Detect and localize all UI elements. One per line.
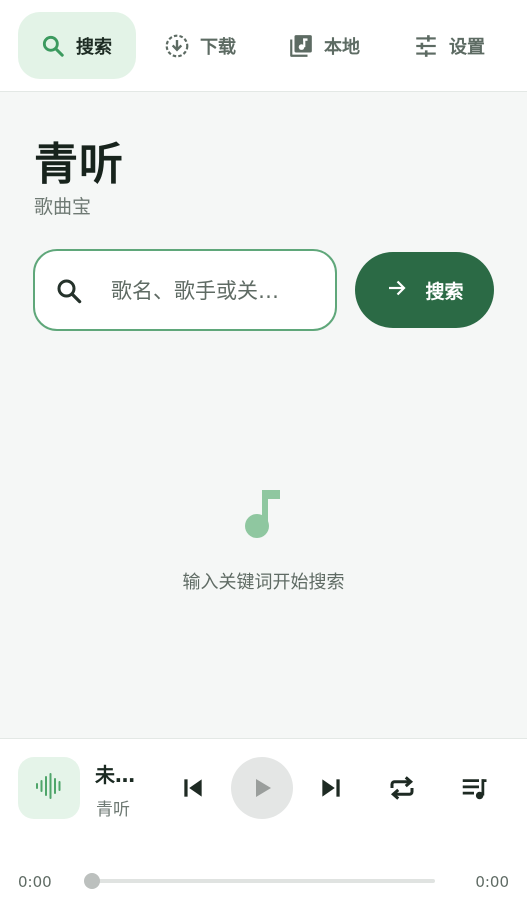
repeat-button[interactable]	[384, 770, 420, 806]
progress-slider[interactable]	[92, 879, 435, 883]
search-box[interactable]	[33, 249, 337, 331]
waveform-icon	[34, 771, 64, 805]
tune-icon	[413, 33, 439, 59]
play-button[interactable]	[231, 757, 293, 819]
next-button[interactable]	[314, 771, 348, 805]
search-button[interactable]: 搜索	[355, 252, 494, 328]
previous-button[interactable]	[176, 771, 210, 805]
download-icon	[164, 33, 190, 59]
total-time: 0:00	[475, 873, 509, 891]
album-cover[interactable]	[18, 757, 80, 819]
top-nav: 搜索 下载 本地 设置	[0, 0, 527, 92]
search-button-label: 搜索	[425, 280, 464, 303]
nav-tab-local[interactable]: 本地	[288, 12, 388, 79]
repeat-icon	[387, 773, 417, 803]
skip-previous-icon	[180, 775, 206, 801]
skip-next-icon	[318, 775, 344, 801]
play-icon	[250, 776, 274, 800]
track-artist: 青听	[96, 800, 130, 820]
nav-tab-search-label: 搜索	[76, 36, 112, 58]
queue-music-icon	[459, 773, 489, 803]
nav-tab-settings[interactable]: 设置	[413, 12, 513, 79]
music-note-icon	[242, 486, 284, 542]
nav-tab-search[interactable]: 搜索	[18, 12, 136, 79]
nav-tab-local-label: 本地	[324, 36, 360, 58]
nav-tab-download-label: 下载	[200, 36, 236, 58]
empty-state-message: 输入关键词开始搜索	[182, 572, 345, 593]
library-music-icon	[288, 33, 314, 59]
search-input[interactable]	[111, 271, 315, 311]
player-bar: 未… 青听 0:00 0:00	[0, 738, 527, 900]
page-subtitle: 歌曲宝	[34, 196, 92, 218]
current-time: 0:00	[18, 873, 52, 891]
track-title: 未…	[95, 763, 135, 787]
nav-tab-settings-label: 设置	[449, 36, 485, 58]
queue-button[interactable]	[456, 770, 492, 806]
progress-thumb[interactable]	[84, 873, 100, 889]
search-icon	[40, 33, 66, 59]
page-title: 青听	[34, 139, 124, 190]
nav-tab-download[interactable]: 下载	[162, 12, 262, 79]
arrow-right-icon	[385, 276, 409, 305]
